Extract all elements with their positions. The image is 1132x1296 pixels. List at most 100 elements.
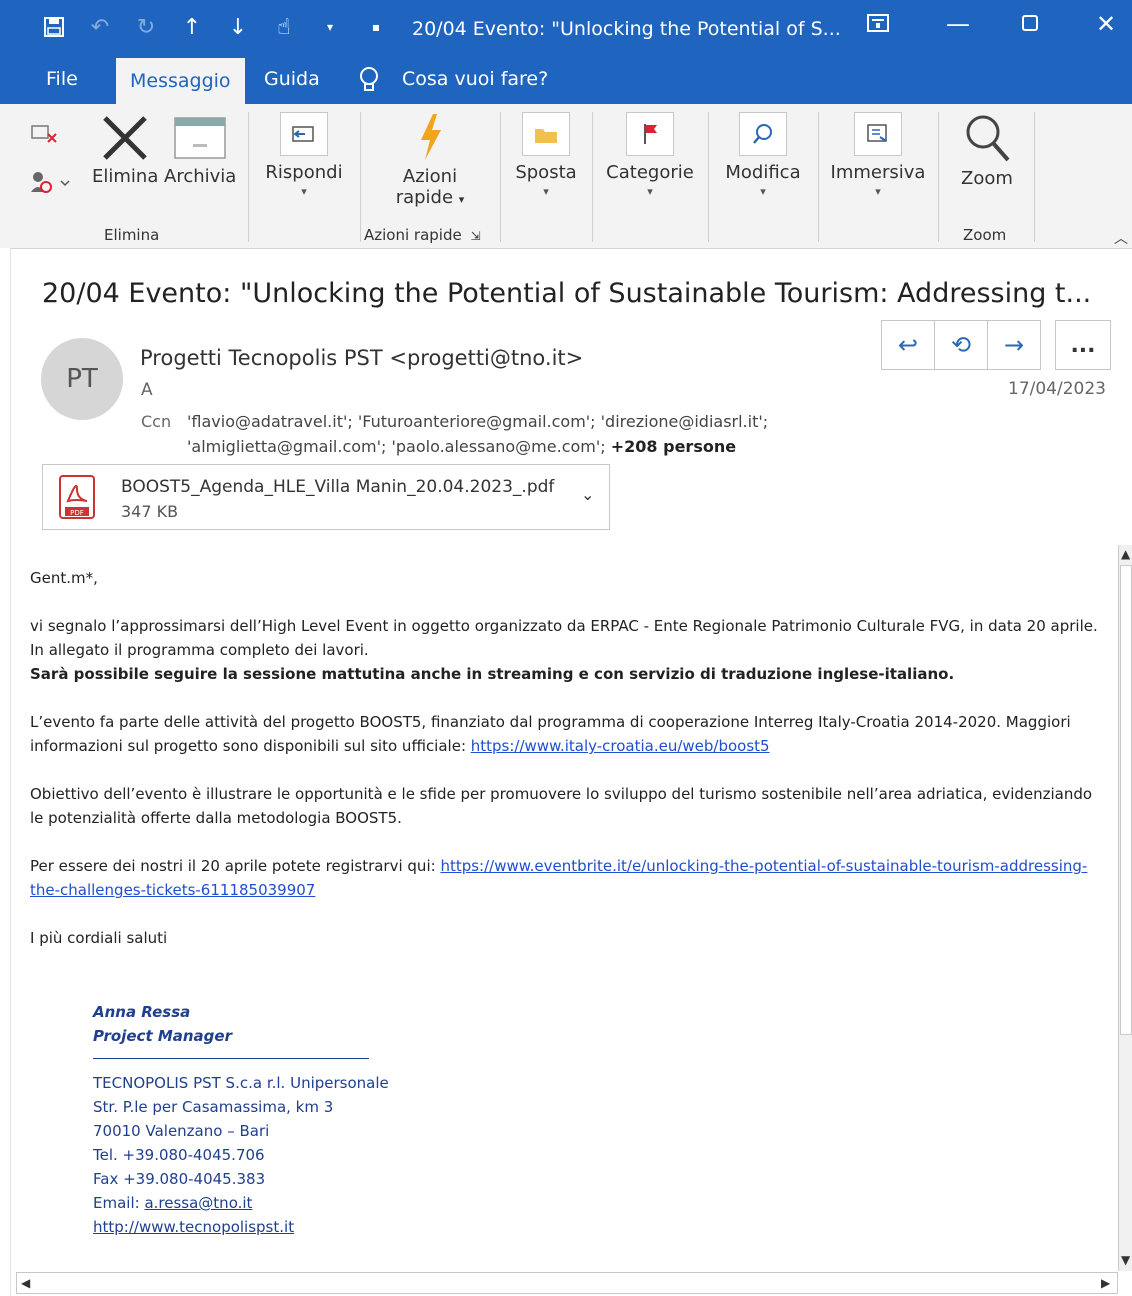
ribbon: Elimina Archivia Elimina Rispondi ▾ Azio… <box>0 104 1132 249</box>
signature-email: Email: a.ressa@tno.it <box>93 1194 253 1212</box>
vertical-scrollbar[interactable]: ▲ ▼ <box>1118 545 1132 1271</box>
dialog-launcher-icon[interactable]: ⇲ <box>471 229 481 243</box>
reply-icon: ↩ <box>897 331 919 359</box>
signature-company: TECNOPOLIS PST S.c.a r.l. Unipersonale <box>93 1074 389 1092</box>
minimize-icon[interactable]: — <box>938 10 978 38</box>
immersive-reader-icon <box>854 112 902 156</box>
modifica-button[interactable]: Modifica ▾ <box>720 112 806 198</box>
ribbon-separator <box>938 112 939 242</box>
website-link[interactable]: http://www.tecnopolispst.it <box>93 1218 294 1236</box>
message-body: Gent.m*, vi segnalo l’approssimarsi dell… <box>30 566 1100 974</box>
signature-address1: Str. P.le per Casamassima, km 3 <box>93 1098 334 1116</box>
reply-button[interactable]: ↩ <box>881 320 935 370</box>
boost5-link[interactable]: https://www.italy-croatia.eu/web/boost5 <box>471 737 770 755</box>
greeting: Gent.m*, <box>30 569 98 587</box>
paragraph-3: Obiettivo dell’evento è illustrare le op… <box>30 785 1093 827</box>
window-title: 20/04 Evento: "Unlocking the Potential o… <box>412 18 841 40</box>
scroll-right-icon[interactable]: ▶ <box>1101 1276 1110 1290</box>
tab-guida[interactable]: Guida <box>264 68 320 90</box>
ribbon-separator <box>360 112 361 242</box>
message-subject: 20/04 Evento: "Unlocking the Potential o… <box>42 278 1092 309</box>
close-icon[interactable]: ✕ <box>1086 10 1126 38</box>
signature-fax: Fax +39.080-4045.383 <box>93 1170 266 1188</box>
categorie-button[interactable]: Categorie ▾ <box>604 112 696 198</box>
reply-all-button[interactable]: ⟲ <box>934 320 988 370</box>
delete-x-icon <box>92 114 158 166</box>
group-azioni-rapide-label: Azioni rapide ⇲ <box>364 226 481 244</box>
sender-name[interactable]: Progetti Tecnopolis PST <progetti@tno.it… <box>140 346 583 370</box>
signature-address2: 70010 Valenzano – Bari <box>93 1122 270 1140</box>
up-arrow-icon[interactable]: ↑ <box>178 12 206 42</box>
reply-icon <box>280 112 328 156</box>
elimina-button[interactable]: Elimina <box>92 114 158 187</box>
immersiva-button[interactable]: Immersiva ▾ <box>830 112 926 198</box>
quick-access-toolbar: ↶ ↻ ↑ ↓ ☝ ▾ ▪ <box>40 12 390 42</box>
signature: Anna Ressa Project Manager TECNOPOLIS PS… <box>93 1000 389 1239</box>
forward-icon: → <box>1003 331 1025 359</box>
redo-icon[interactable]: ↻ <box>132 12 160 42</box>
scroll-up-icon[interactable]: ▲ <box>1121 547 1130 561</box>
scrollbar-thumb[interactable] <box>1120 565 1132 1035</box>
forward-button[interactable]: → <box>987 320 1041 370</box>
sposta-button[interactable]: Sposta ▾ <box>510 112 582 198</box>
maximize-icon[interactable] <box>1010 10 1050 38</box>
lightning-icon <box>388 112 472 166</box>
ribbon-separator <box>500 112 501 242</box>
more-recipients-link[interactable]: +208 persone <box>611 437 736 456</box>
attachment-card[interactable]: PDF BOOST5_Agenda_HLE_Villa Manin_20.04.… <box>42 464 610 530</box>
ribbon-separator <box>818 112 819 242</box>
message-date: 17/04/2023 <box>1008 379 1106 399</box>
chevron-down-icon: ▾ <box>647 185 653 198</box>
ribbon-separator <box>248 112 249 242</box>
chevron-down-icon[interactable]: ▾ <box>316 12 344 42</box>
avatar[interactable]: PT <box>41 338 123 420</box>
junk-icon[interactable] <box>30 170 74 200</box>
attachment-size: 347 KB <box>121 502 179 521</box>
chevron-down-icon: ▾ <box>875 185 881 198</box>
rispondi-button[interactable]: Rispondi ▾ <box>262 112 346 198</box>
scroll-left-icon[interactable]: ◀ <box>21 1276 30 1290</box>
azioni-rapide-button[interactable]: Azioni rapide ▾ <box>388 112 472 208</box>
title-bar: ↶ ↻ ↑ ↓ ☝ ▾ ▪ 20/04 Evento: "Unlocking t… <box>0 0 1132 104</box>
ignore-icon[interactable] <box>30 122 60 150</box>
tab-messaggio[interactable]: Messaggio <box>116 58 245 104</box>
ribbon-display-icon[interactable] <box>858 10 898 38</box>
ribbon-separator <box>708 112 709 242</box>
paragraph-2: L’evento fa parte delle attività del pro… <box>30 713 1071 755</box>
touch-mode-icon[interactable]: ☝ <box>270 12 298 42</box>
zoom-button[interactable]: Zoom <box>954 112 1020 189</box>
archive-icon <box>164 116 236 166</box>
archivia-button[interactable]: Archivia <box>164 116 236 187</box>
signature-role: Project Manager <box>93 1027 232 1045</box>
down-arrow-icon[interactable]: ↓ <box>224 12 252 42</box>
save-icon[interactable] <box>40 12 68 42</box>
signature-divider <box>93 1058 369 1059</box>
group-zoom-label: Zoom <box>963 226 1007 244</box>
more-actions-button[interactable]: ... <box>1055 320 1111 370</box>
customize-toolbar-icon[interactable]: ▪ <box>362 12 390 42</box>
scroll-down-icon[interactable]: ▼ <box>1121 1253 1130 1267</box>
bcc-label: Ccn <box>141 412 172 431</box>
message-actions: ↩ ⟲ → <box>881 320 1041 370</box>
search-icon <box>739 112 787 156</box>
tab-file[interactable]: File <box>46 68 78 90</box>
zoom-icon <box>954 112 1020 168</box>
group-elimina-label: Elimina <box>104 226 160 244</box>
email-link[interactable]: a.ressa@tno.it <box>144 1194 252 1212</box>
collapse-ribbon-icon[interactable]: ︿ <box>1114 228 1128 248</box>
tell-me-input[interactable]: Cosa vuoi fare? <box>402 68 548 90</box>
menu-bar: File Messaggio Guida Cosa vuoi fare? <box>0 58 1132 104</box>
to-label: A <box>141 380 153 400</box>
bcc-recipients-line1: 'flavio@adatravel.it'; 'Futuroanteriore@… <box>187 412 769 431</box>
undo-icon[interactable]: ↶ <box>86 12 114 42</box>
signature-name: Anna Ressa <box>93 1003 191 1021</box>
bcc-recipients-line2: 'almiglietta@gmail.com'; 'paolo.alessano… <box>187 437 737 456</box>
closing: I più cordiali saluti <box>30 929 168 947</box>
paragraph-4: Per essere dei nostri il 20 aprile potet… <box>30 857 1088 899</box>
chevron-down-icon[interactable]: ⌄ <box>581 485 594 504</box>
move-folder-icon <box>522 112 570 156</box>
lightbulb-icon <box>358 66 380 94</box>
reading-pane-border <box>0 248 11 1296</box>
horizontal-scrollbar[interactable]: ◀ ▶ <box>16 1272 1118 1294</box>
ribbon-separator <box>592 112 593 242</box>
